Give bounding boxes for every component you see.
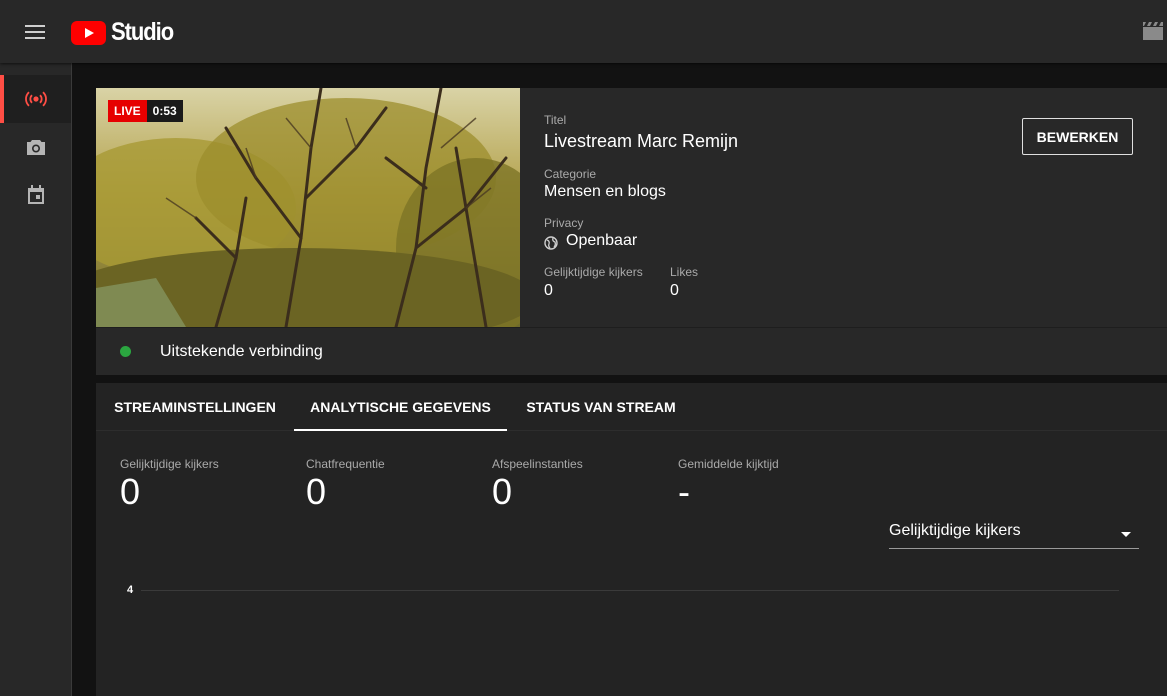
stream-title: Livestream Marc Remijn <box>544 131 739 151</box>
metric-label-viewers: Gelijktijdige kijkers <box>120 457 219 471</box>
calendar-icon <box>27 185 44 204</box>
tab-stream-status[interactable]: STATUS VAN STREAM <box>507 383 695 431</box>
top-app-bar: Studio <box>0 0 1167 63</box>
chevron-down-icon <box>1121 532 1131 537</box>
studio-logo[interactable]: Studio <box>71 18 182 47</box>
stream-preview-image <box>96 88 520 327</box>
likes-value: 0 <box>670 282 679 299</box>
youtube-play-icon <box>71 20 106 45</box>
live-label: LIVE <box>108 100 147 122</box>
chart-y-tick: 4 <box>127 584 134 596</box>
hamburger-menu-icon[interactable] <box>25 23 47 41</box>
elapsed-time: 0:53 <box>146 100 183 122</box>
live-badge: LIVE 0:53 <box>108 100 183 122</box>
connection-status-text: Uitstekende verbinding <box>160 343 323 360</box>
stream-privacy: Openbaar <box>566 232 638 249</box>
metric-value-avg-watch-time: - <box>678 471 690 512</box>
metric-value-chat-rate: 0 <box>306 471 327 512</box>
tab-stream-settings[interactable]: STREAMINSTELLINGEN <box>96 383 294 431</box>
left-sidebar <box>0 63 72 696</box>
viewers-value: 0 <box>544 282 553 299</box>
privacy-label: Privacy <box>544 216 584 230</box>
metric-label-avg-watch-time: Gemiddelde kijktijd <box>678 457 779 471</box>
stream-category: Mensen en blogs <box>544 183 666 200</box>
stream-info-card: LIVE 0:53 Titel Livestream Marc Remijn C… <box>96 88 1167 375</box>
camera-icon <box>26 140 45 155</box>
globe-icon <box>544 236 558 250</box>
stream-preview[interactable]: LIVE 0:53 <box>96 88 520 327</box>
sidebar-item-webcam[interactable] <box>0 123 71 171</box>
tab-bar: STREAMINSTELLINGEN ANALYTISCHE GEGEVENS … <box>96 383 1167 431</box>
metric-value-playbacks: 0 <box>492 471 513 512</box>
title-label: Titel <box>544 113 567 127</box>
tab-analytics[interactable]: ANALYTISCHE GEGEVENS <box>294 383 507 431</box>
metric-label-playbacks: Afspeelinstanties <box>492 457 583 471</box>
sidebar-item-scheduled[interactable] <box>0 171 71 219</box>
dropdown-selected-value: Gelijktijdige kijkers <box>889 522 1021 539</box>
live-broadcast-icon <box>24 91 47 107</box>
metric-label-chat-rate: Chatfrequentie <box>306 457 385 471</box>
chart-metric-dropdown[interactable]: Gelijktijdige kijkers <box>889 520 1139 549</box>
likes-label: Likes <box>670 265 699 279</box>
viewers-label: Gelijktijdige kijkers <box>544 265 643 279</box>
logo-text: Studio <box>111 18 174 46</box>
stream-tabs-panel: STREAMINSTELLINGEN ANALYTISCHE GEGEVENS … <box>96 383 1167 696</box>
sidebar-item-stream[interactable] <box>0 75 71 123</box>
chart-gridline <box>141 590 1119 591</box>
metric-value-viewers: 0 <box>120 471 141 512</box>
category-label: Categorie <box>544 167 597 181</box>
edit-button[interactable]: BEWERKEN <box>1022 118 1133 155</box>
connection-status: Uitstekende verbinding <box>96 327 1167 375</box>
clapperboard-icon[interactable] <box>1143 22 1163 40</box>
connection-status-icon <box>120 346 131 357</box>
